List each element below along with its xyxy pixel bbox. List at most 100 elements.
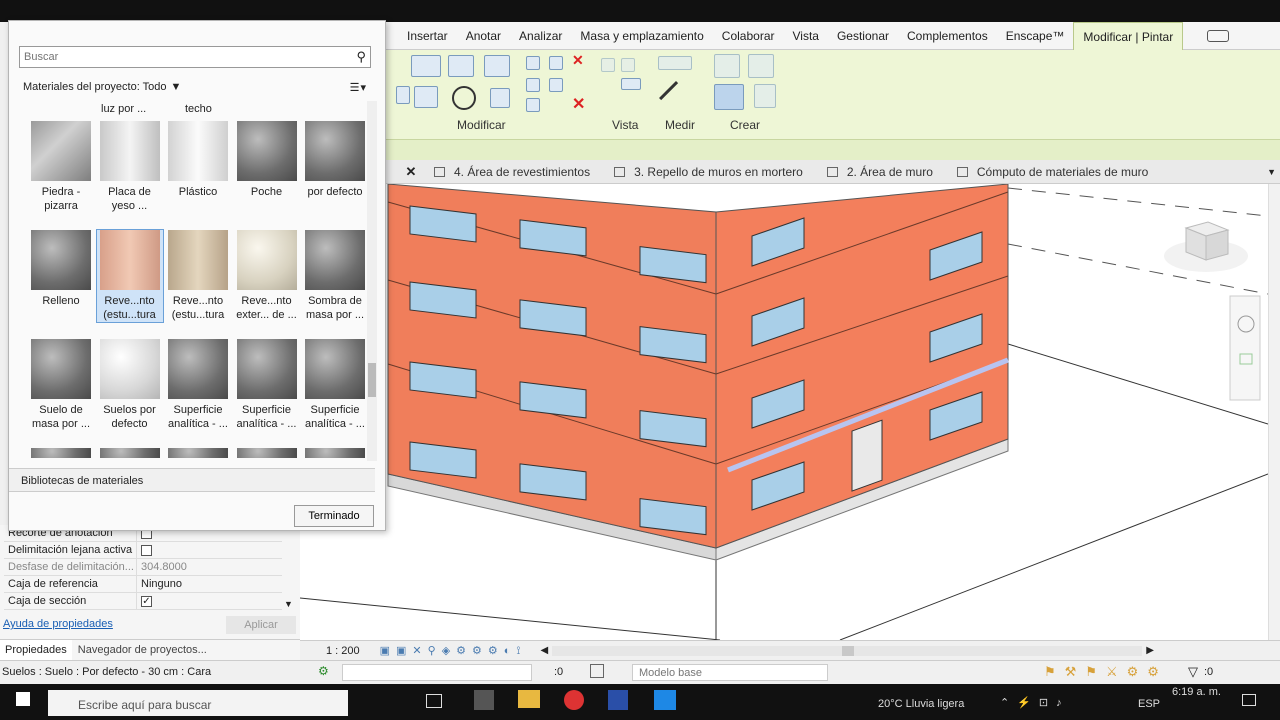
clock[interactable]: 6:19 a. m. [1172, 686, 1221, 698]
done-button[interactable]: Terminado [294, 505, 374, 527]
tab-masa[interactable]: Masa y emplazamiento [571, 22, 712, 50]
tab-anotar[interactable]: Anotar [457, 22, 510, 50]
align-icon[interactable] [411, 55, 441, 77]
app-icon-5[interactable] [654, 690, 676, 710]
material-tile[interactable]: Suelo de masa por ... [28, 339, 94, 431]
view-scale[interactable]: 1 : 200 [326, 645, 360, 657]
tab-analizar[interactable]: Analizar [510, 22, 571, 50]
3d-view-canvas[interactable] [300, 184, 1268, 640]
filter-funnel-icon[interactable]: ▼ [171, 81, 182, 93]
material-tile[interactable]: Reve...nto exter... de ... [234, 230, 300, 322]
notifications-icon[interactable] [1242, 694, 1256, 706]
delete-icon-top[interactable]: ✕ [572, 52, 584, 69]
material-swatch-icon[interactable] [31, 448, 91, 458]
material-tile[interactable]: Plástico [165, 121, 231, 199]
material-tile[interactable]: Reve...nto (estu...tura [165, 230, 231, 322]
measure-icon[interactable] [658, 56, 692, 70]
unpin-icon[interactable] [549, 78, 563, 92]
material-swatch-icon[interactable] [99, 448, 160, 458]
trim-icon[interactable] [490, 88, 510, 108]
material-tile[interactable]: Superficie analítica - ... [234, 339, 300, 431]
filter-icon[interactable]: ▽ [1188, 664, 1198, 680]
split-icon[interactable] [526, 56, 540, 70]
move-icon[interactable] [396, 86, 410, 104]
selection-tools-icons[interactable]: ⚑⚒⚑⚔⚙⚙ [1044, 664, 1168, 680]
task-view-icon[interactable] [426, 694, 442, 708]
tab-enscape[interactable]: Enscape™ [997, 22, 1074, 50]
app-icon-1[interactable] [474, 690, 494, 710]
material-tile[interactable]: Poche [234, 121, 300, 199]
material-swatch-icon[interactable] [305, 448, 365, 458]
tab-colaborar[interactable]: Colaborar [713, 22, 784, 50]
material-search-input[interactable] [20, 47, 340, 67]
tab-project-browser[interactable]: Navegador de proyectos... [72, 644, 213, 656]
weather-text[interactable]: 20°C Lluvia ligera [878, 698, 964, 710]
view-tab-repello[interactable]: 3. Repello de muros en mortero [602, 160, 815, 184]
rotate-icon[interactable] [452, 86, 476, 110]
tab-complementos[interactable]: Complementos [898, 22, 997, 50]
measure-tool-icon[interactable] [659, 81, 693, 115]
ribbon-options-icon[interactable] [1207, 29, 1230, 42]
view-controls-icons[interactable]: ▣▣✕⚲◈⚙⚙⚙◐⟟ [380, 644, 527, 658]
caja-seccion-checkbox[interactable]: ✓ [141, 596, 152, 608]
revit-icon[interactable] [608, 690, 628, 710]
design-option-dropdown[interactable]: Modelo base [632, 664, 828, 681]
tray-icons[interactable]: ⌃⚡⊡♪ [1000, 696, 1070, 709]
scroll-right-icon[interactable]: ▶ [1146, 645, 1154, 656]
desfase-value[interactable]: 304.8000 [136, 558, 282, 576]
scale-icon[interactable] [526, 98, 540, 112]
material-swatch-icon[interactable] [236, 448, 297, 458]
taskbar-search-box[interactable]: Escribe aquí para buscar [48, 690, 348, 716]
tab-gestionar[interactable]: Gestionar [828, 22, 898, 50]
material-tile[interactable]: Suelos por defecto [97, 339, 163, 431]
props-scroll-down-icon[interactable]: ▼ [284, 599, 293, 609]
material-tile[interactable]: Piedra - pizarra [28, 121, 94, 213]
view-tab-area-revestimientos[interactable]: 4. Área de revestimientos [422, 160, 602, 184]
material-tile[interactable]: Reve...nto (estu...tura [95, 229, 164, 323]
material-tile[interactable]: Placa de yeso ... [97, 121, 163, 213]
canvas-vertical-scrollbar[interactable] [1268, 184, 1280, 640]
material-swatch-icon[interactable] [168, 448, 228, 458]
delete-icon[interactable]: ✕ [572, 94, 585, 114]
scroll-left-icon[interactable]: ◀ [540, 645, 548, 656]
view-cube-icon[interactable] [1164, 221, 1248, 272]
material-tile[interactable]: Superficie analítica - ... [165, 339, 231, 431]
material-tile[interactable]: Superficie analítica - ... [302, 339, 368, 431]
canvas-horizontal-scrollbar[interactable] [552, 645, 1143, 656]
override-icon[interactable] [621, 58, 635, 72]
material-tile[interactable]: Relleno [28, 230, 94, 308]
mirror-axis-icon[interactable] [484, 55, 510, 77]
tab-insertar[interactable]: Insertar [398, 22, 457, 50]
create-group-icon[interactable] [714, 84, 744, 110]
file-explorer-icon[interactable] [518, 690, 540, 708]
material-tile[interactable]: Sombra de masa por ... [302, 230, 368, 322]
create-assembly-icon[interactable] [714, 54, 740, 78]
pin-icon[interactable] [549, 56, 563, 70]
delimitacion-checkbox[interactable] [141, 545, 152, 557]
workset-dropdown[interactable] [342, 664, 532, 681]
create-parts-icon[interactable] [748, 54, 774, 78]
apply-button[interactable]: Aplicar [226, 616, 296, 634]
tab-properties[interactable]: Propiedades [0, 640, 72, 660]
material-grid-scrollbar[interactable] [367, 101, 377, 461]
search-icon[interactable]: ⚲ [356, 49, 366, 65]
copy-icon[interactable] [414, 86, 438, 108]
chrome-icon[interactable] [564, 690, 584, 710]
linework-icon[interactable] [621, 78, 641, 90]
windows-start-icon[interactable] [16, 692, 30, 706]
view-tab-area-muro[interactable]: 2. Área de muro [815, 160, 945, 184]
hide-icon[interactable] [601, 58, 615, 72]
properties-help-link[interactable]: Ayuda de propiedades [3, 618, 113, 630]
view-tab-computo[interactable]: Cómputo de materiales de muro [945, 160, 1160, 184]
array-icon[interactable] [526, 78, 540, 92]
navigation-bar[interactable] [1229, 295, 1261, 401]
material-tile[interactable]: por defecto [302, 121, 368, 199]
tab-vista[interactable]: Vista [784, 22, 828, 50]
design-options-icon[interactable] [590, 664, 604, 678]
material-libraries-bar[interactable]: Bibliotecas de materiales [9, 468, 375, 492]
close-view-icon[interactable]: ✕ [400, 164, 422, 180]
offset-icon[interactable] [448, 55, 474, 77]
tab-overflow-icon[interactable]: ▼ [1267, 167, 1276, 177]
view-options-icon[interactable]: ☰▾ [350, 81, 367, 94]
tab-modificar-pintar[interactable]: Modificar | Pintar [1073, 21, 1184, 50]
